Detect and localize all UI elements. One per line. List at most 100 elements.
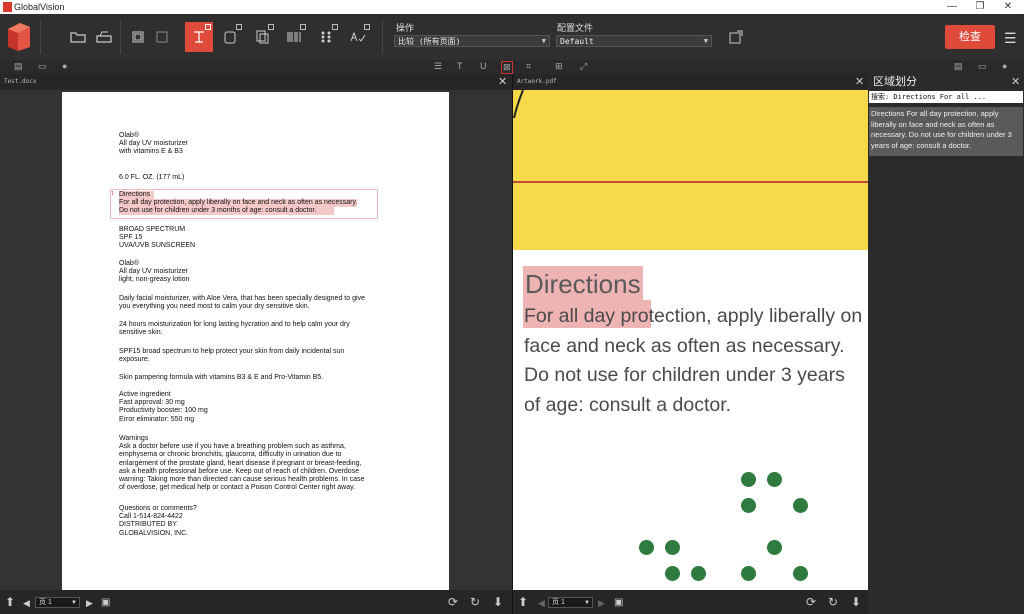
toolbar-separator	[120, 20, 121, 54]
download-icon[interactable]: ⬇	[493, 595, 503, 609]
hamburger-menu-icon[interactable]: ☰	[1004, 30, 1017, 47]
document-page: 1 Olab® All day UV moisturizer with vita…	[62, 92, 449, 590]
window-title: GlobalVision	[14, 2, 65, 12]
sidebar-bottom	[868, 590, 1024, 614]
minimize-button[interactable]: —	[938, 0, 966, 14]
list-icon[interactable]: ☰	[434, 61, 442, 72]
prev-page-icon[interactable]: ◀	[538, 598, 545, 609]
title-bar: GlobalVision — ❐ ✕	[0, 0, 1024, 14]
difference-number: 1	[111, 191, 114, 197]
spellcheck-icon[interactable]	[344, 22, 372, 52]
paragraph: Olab® All day UV moisturizer light, non-…	[119, 260, 190, 284]
sidebar-title: 区域划分	[873, 76, 917, 88]
chevron-down-icon: ▼	[71, 600, 77, 606]
paragraph: Questions or comments? Call 1-514-824-44…	[119, 505, 197, 537]
upload-icon[interactable]: ⬆	[518, 595, 528, 609]
operation-label: 操作	[396, 23, 415, 33]
left-page-select[interactable]: 页 1 ▼	[35, 597, 80, 608]
chevron-down-icon: ▼	[541, 37, 546, 45]
artwork-body-text: For all day protection, apply liberally …	[524, 305, 863, 416]
close-window-button[interactable]: ✕	[994, 0, 1022, 14]
underline-icon[interactable]: U	[480, 61, 487, 71]
paragraph: SPF15 broad spectrum to help protect you…	[119, 348, 345, 364]
sidebar-region-item[interactable]: Directions For all day protection, apply…	[869, 107, 1023, 156]
sync-icon[interactable]: ⟳	[806, 595, 816, 609]
restore-button[interactable]: ❐	[966, 0, 994, 14]
stamp-icon[interactable]: ●	[1002, 61, 1007, 71]
operation-select[interactable]: 比较 (所有页面) ▼	[394, 35, 550, 47]
page-select-value: 页 1	[39, 599, 52, 606]
artwork-red-line	[513, 181, 868, 183]
braille-dot	[793, 498, 808, 513]
sidebar-search-input[interactable]: 搜索: Directions For all ...	[869, 91, 1023, 103]
next-page-icon[interactable]: ▶	[598, 598, 605, 609]
rotate-icon[interactable]: ↻	[828, 595, 838, 609]
text-tool-icon[interactable]: T	[457, 61, 463, 71]
region-select-icon[interactable]: ⊠	[501, 61, 513, 74]
artwork-yellow-band	[513, 90, 868, 250]
braille-dot	[665, 566, 680, 581]
braille-dot	[767, 472, 782, 487]
next-page-icon[interactable]: ▶	[86, 598, 93, 609]
close-left-panel-icon[interactable]: ✕	[498, 75, 507, 88]
upload-icon[interactable]: ⬆	[5, 595, 15, 609]
copy-page-icon[interactable]: ▣	[614, 597, 623, 608]
layers-icon[interactable]	[248, 22, 276, 52]
sync-icon[interactable]: ⟳	[448, 595, 458, 609]
scanner-icon[interactable]	[90, 22, 118, 52]
close-sidebar-icon[interactable]: ✕	[1011, 75, 1020, 88]
left-document-viewer[interactable]: 1 Olab® All day UV moisturizer with vita…	[0, 90, 512, 590]
paragraph: Warnings Ask a doctor before use if you …	[119, 435, 365, 492]
right-page-select[interactable]: 页 1 ▼	[548, 597, 593, 608]
right-panel-tab[interactable]: Artwork.pdf	[513, 74, 868, 90]
braille-dot	[793, 566, 808, 581]
paragraph: Daily facial moisturizer, with Aloe Vera…	[119, 295, 365, 311]
comment-icon[interactable]: ▭	[38, 61, 47, 72]
profile-select[interactable]: Default ▼	[556, 35, 712, 47]
main-toolbar: 操作 比较 (所有页面) ▼ 配置文件 Default ▼ 检查 ☰	[0, 14, 1024, 60]
paragraph: Olab® All day UV moisturizer with vitami…	[119, 132, 188, 156]
text-compare-icon[interactable]	[185, 22, 213, 52]
barcode-icon[interactable]	[280, 22, 308, 52]
toolbar-separator	[40, 20, 41, 54]
paragraph: Skin pampering formula with vitamins B3 …	[119, 374, 324, 381]
frame-alt-icon[interactable]	[148, 22, 176, 52]
paragraph: Active ingredient Fast approval: 30 mg P…	[119, 391, 208, 423]
profile-value: Default	[560, 37, 594, 46]
braille-icon[interactable]	[312, 22, 340, 52]
crop-icon[interactable]: ⌗	[526, 61, 531, 72]
check-button[interactable]: 检查	[945, 25, 995, 49]
braille-dot	[767, 540, 782, 555]
right-subtoolbar	[513, 60, 1024, 74]
braille-dot	[691, 566, 706, 581]
page-icon[interactable]: ▤	[14, 61, 23, 72]
download-icon[interactable]: ⬇	[851, 595, 861, 609]
left-panel-tab[interactable]: Test.docx	[0, 74, 512, 90]
right-artwork-viewer[interactable]: Directions For all day protection, apply…	[513, 90, 868, 590]
toolbar-separator	[382, 20, 383, 54]
artwork-curve	[513, 90, 524, 119]
braille-dot	[665, 540, 680, 555]
braille-dot	[639, 540, 654, 555]
folder-icon[interactable]	[64, 22, 92, 52]
prev-page-icon[interactable]: ◀	[23, 598, 30, 609]
stamp-icon[interactable]: ●	[62, 61, 67, 71]
copy-page-icon[interactable]: ▣	[101, 597, 110, 608]
rotate-icon[interactable]: ↻	[470, 595, 480, 609]
copy-icon[interactable]	[216, 22, 244, 52]
braille-dot	[741, 566, 756, 581]
page-select-value: 页 1	[552, 599, 565, 606]
paragraph: BROAD SPECTRUM SPF 15 UVA/UVB SUNSCREEN	[119, 226, 196, 250]
export-icon[interactable]	[722, 22, 750, 52]
artwork-heading[interactable]: Directions	[523, 266, 643, 300]
paragraph: 24 hours moisturization for long lasting…	[119, 321, 350, 337]
page-icon[interactable]: ▤	[954, 61, 963, 72]
fit-screen-icon[interactable]: ⤢	[580, 61, 587, 72]
highlighted-paragraph: Directions For all day protection, apply…	[119, 191, 358, 216]
app-logo-icon	[3, 2, 12, 12]
profile-label: 配置文件	[557, 23, 594, 33]
close-right-panel-icon[interactable]: ✕	[855, 75, 864, 88]
zoom-icon[interactable]: ⊞	[555, 61, 563, 72]
chevron-down-icon: ▼	[584, 600, 590, 606]
comment-icon[interactable]: ▭	[978, 61, 987, 72]
